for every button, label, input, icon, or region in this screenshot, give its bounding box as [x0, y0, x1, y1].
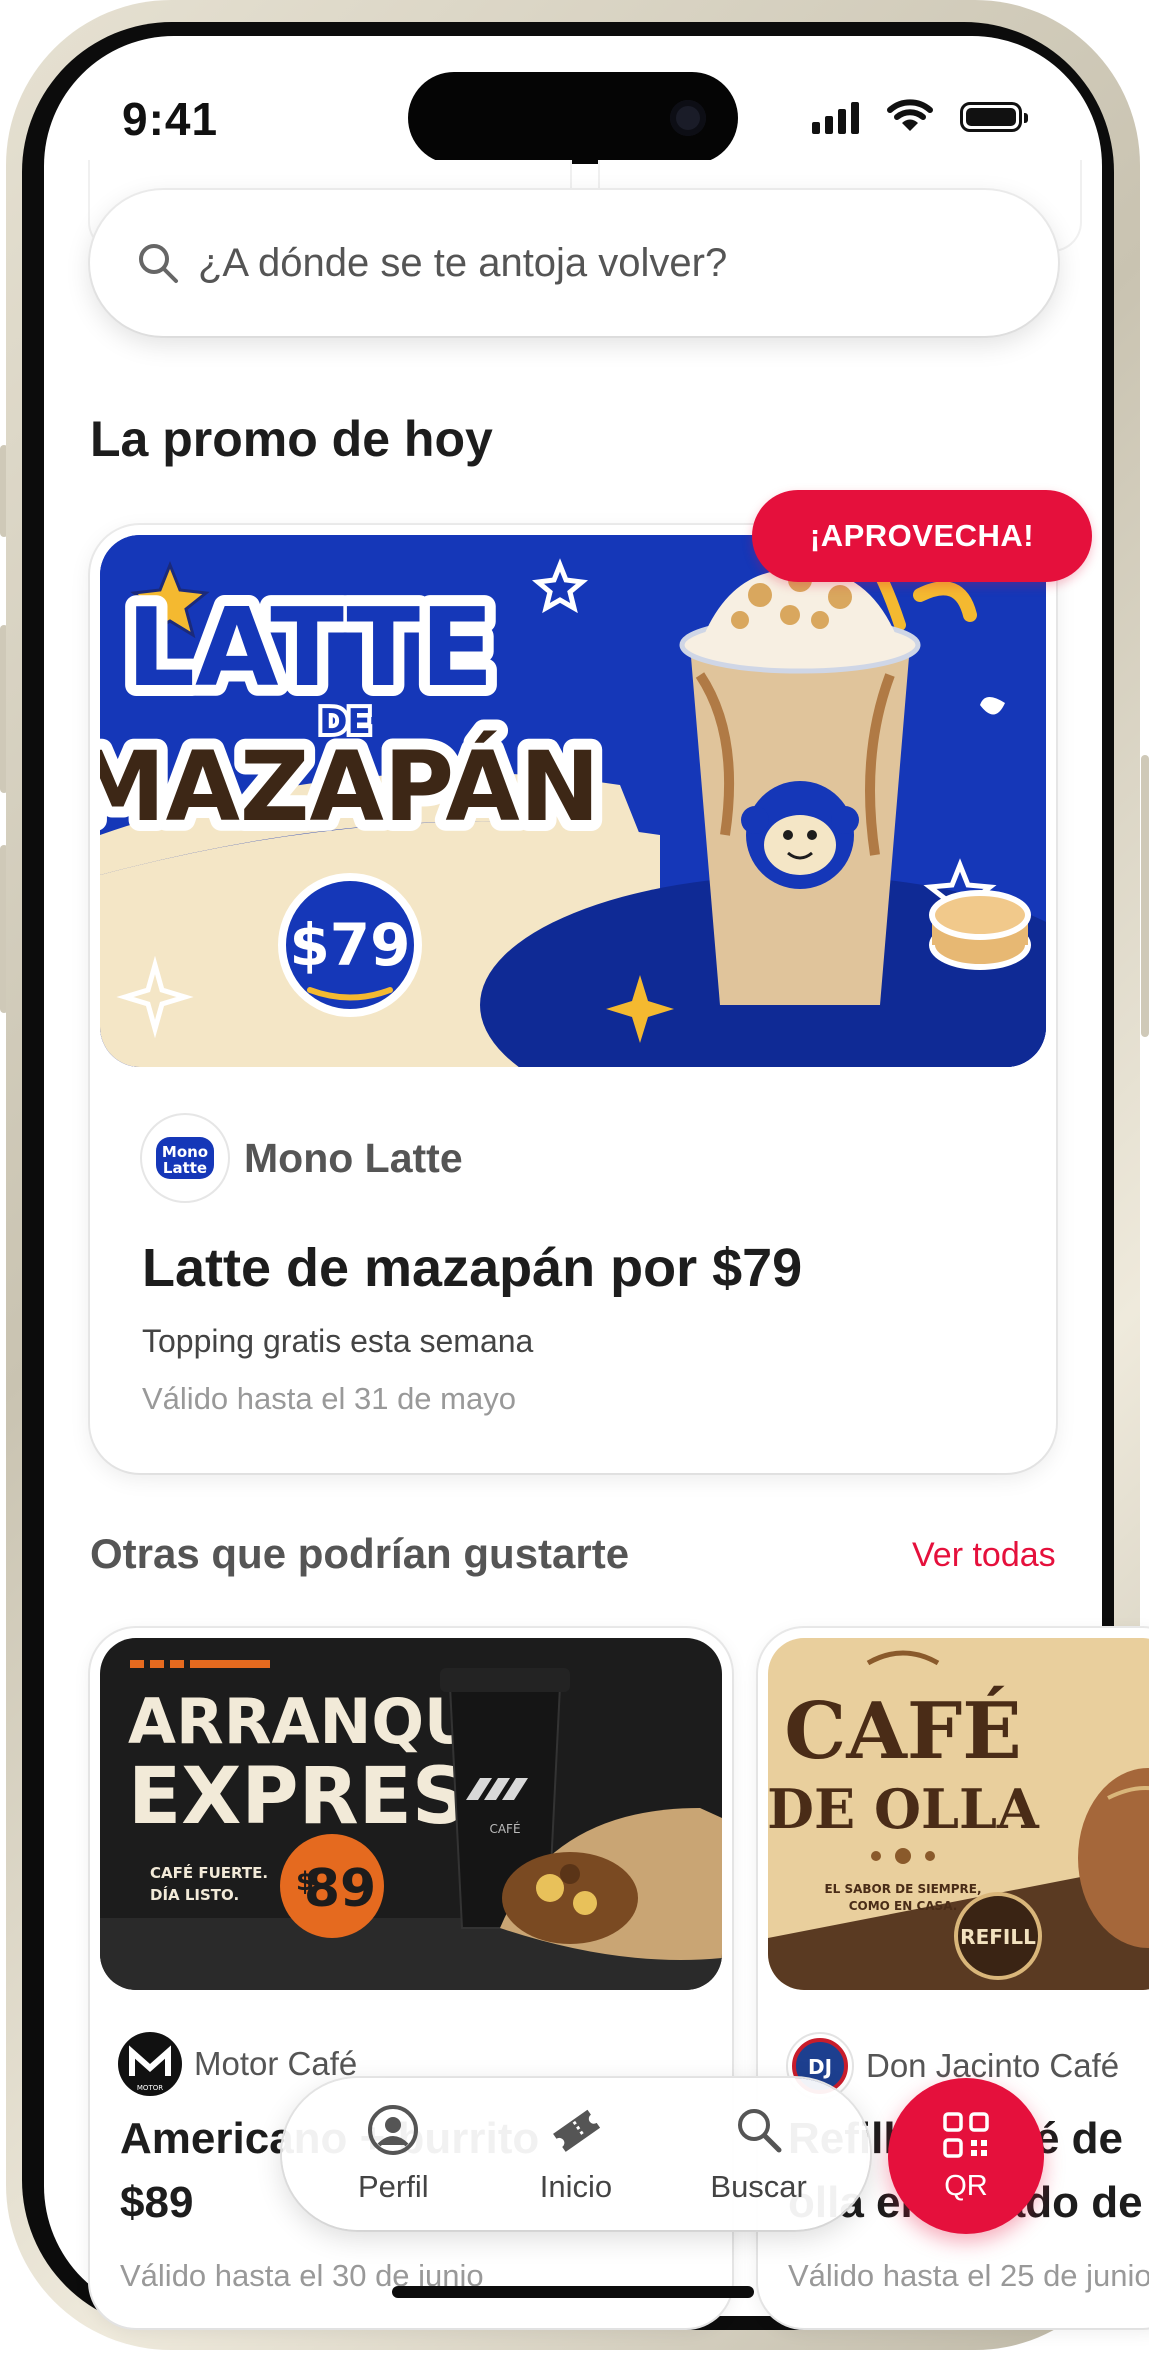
home-indicator — [392, 2286, 754, 2298]
promo-banner-image: LATTE LATTE DE MAZAPÁN MAZAPÁN $79 — [100, 535, 1046, 1067]
search-icon — [139, 244, 178, 283]
card1-tag2: DÍA LISTO. — [150, 1885, 239, 1904]
card2-refill: REFILL — [960, 1925, 1036, 1949]
tab-label: Buscar — [710, 2169, 807, 2204]
offer-card-brand-name: Motor Café — [194, 2045, 358, 2082]
offer-card-brand-name: Don Jacinto Café — [866, 2047, 1120, 2084]
ticket-icon — [553, 2109, 601, 2152]
banner-line1: LATTE — [126, 586, 494, 711]
cellular-signal-icon — [812, 100, 859, 134]
tab-perfil[interactable]: Perfil — [313, 2103, 473, 2205]
dynamic-island — [408, 72, 738, 164]
status-time: 9:41 — [122, 93, 219, 145]
card2-tag2: COMO EN CASA. — [849, 1899, 958, 1913]
search-icon — [737, 2109, 782, 2153]
promo-brand: Mono Latte Mono Latte — [140, 1113, 463, 1203]
svg-text:DJ: DJ — [808, 2055, 832, 2079]
tab-buscar[interactable]: Buscar — [679, 2103, 839, 2205]
person-circle-icon — [368, 2105, 419, 2155]
banner-line3: MAZAPÁN — [100, 730, 600, 843]
promo-title: Latte de mazapán por $79 — [142, 1238, 803, 1298]
latte-banner-art: LATTE LATTE DE MAZAPÁN MAZAPÁN $79 — [100, 535, 1046, 1067]
tab-label: Inicio — [539, 2169, 613, 2204]
card1-price: 89 — [304, 1859, 376, 1919]
qr-label: QR — [944, 2169, 988, 2202]
see-all-link[interactable]: Ver todas — [912, 1536, 1056, 1575]
promo-brand-name: Mono Latte — [244, 1134, 463, 1181]
power-button — [1141, 755, 1149, 1037]
promo-validity: Válido hasta el 31 de mayo — [142, 1381, 516, 1416]
card2-line2: DE OLLA — [768, 1777, 1040, 1841]
card1-cup-text: CAFÉ — [489, 1821, 520, 1836]
offer-card-title-line2: $89 — [120, 2178, 194, 2227]
tab-label: Perfil — [358, 2169, 429, 2204]
card2-line1: CAFÉ — [784, 1685, 1021, 1777]
mono-latte-logo: Mono Latte — [140, 1113, 230, 1203]
camera-icon — [670, 100, 706, 136]
promo-badge: ¡APROVECHA! — [752, 490, 1092, 582]
battery-icon — [960, 102, 1028, 132]
offer-card-image: CAFÉ DE OLLA EL SABOR DE SIEMPRE, COMO E… — [768, 1638, 1149, 1990]
tab-bar: Perfil Inicio Buscar — [282, 2078, 870, 2230]
card2-tag1: EL SABOR DE SIEMPRE, — [824, 1882, 981, 1896]
qr-code-icon — [943, 2111, 989, 2158]
svg-text:Latte: Latte — [163, 1159, 207, 1177]
promo-card[interactable]: LATTE LATTE DE MAZAPÁN MAZAPÁN $79 Mono … — [90, 525, 1056, 1473]
search-placeholder: ¿A dónde se te antoja volver? — [198, 240, 728, 285]
promo-subtitle: Topping gratis esta semana — [142, 1323, 534, 1359]
qr-button[interactable]: QR — [888, 2078, 1044, 2234]
section-heading-promo: La promo de hoy — [90, 411, 493, 467]
svg-text:MOTOR: MOTOR — [137, 2084, 163, 2092]
wifi-icon — [887, 99, 933, 131]
tab-inicio[interactable]: Inicio — [496, 2103, 656, 2205]
motor-cafe-logo: MOTOR — [118, 2032, 182, 2096]
card1-tag1: CAFÉ FUERTE. — [150, 1863, 268, 1882]
section-heading-others: Otras que podrían gustarte — [90, 1530, 630, 1577]
offer-card-image: ARRANQUE EXPRESS CAFÉ FUERTE. DÍA LISTO.… — [100, 1638, 722, 1990]
search-bar[interactable]: ¿A dónde se te antoja volver? — [90, 190, 1058, 336]
offer-card-validity: Válido hasta el 25 de junio — [788, 2258, 1149, 2293]
banner-price: $79 — [289, 911, 410, 979]
